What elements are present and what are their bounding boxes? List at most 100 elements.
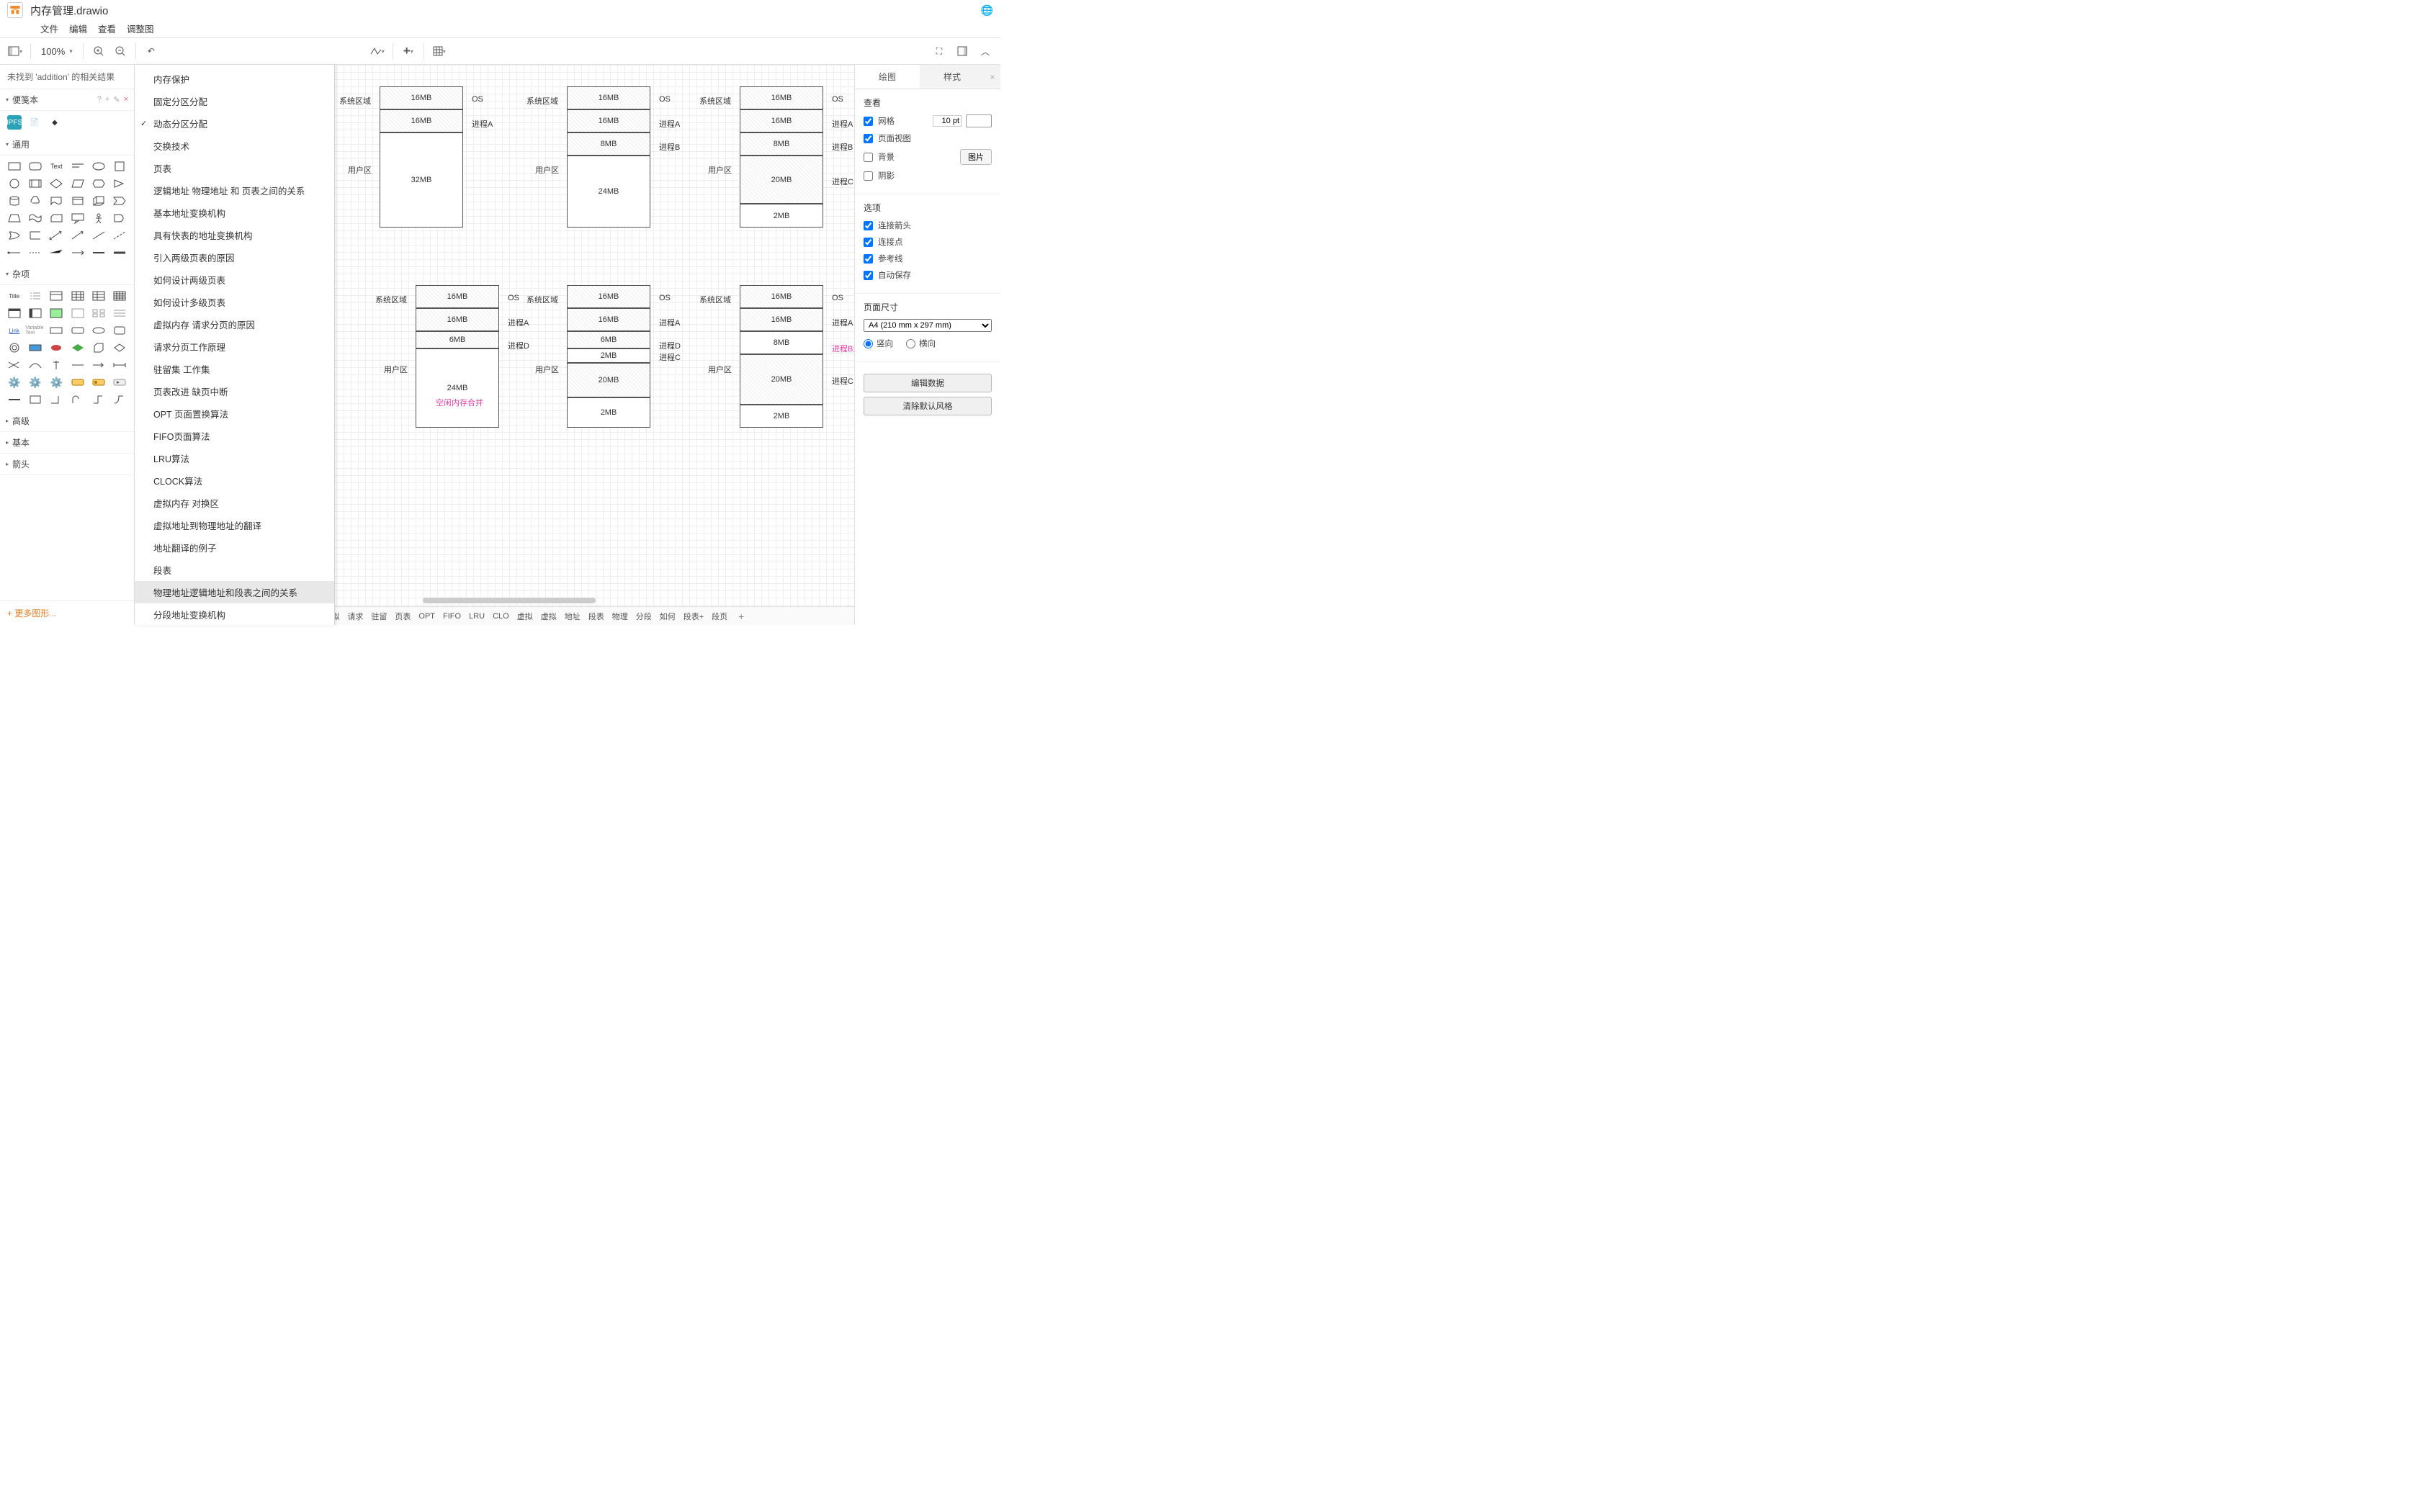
shape-line[interactable] (89, 228, 108, 243)
memory-block[interactable]: 24MB (416, 348, 499, 428)
page-tab[interactable]: 段表+ (681, 611, 707, 622)
memory-block[interactable]: 16MB (567, 86, 650, 109)
zoom-out-button[interactable] (111, 42, 130, 60)
shape-cube2[interactable] (89, 340, 108, 356)
shape-lb1[interactable] (25, 392, 45, 408)
menu-file[interactable]: 文件 (40, 22, 58, 35)
memory-block[interactable]: 16MB (416, 308, 499, 331)
page-tab[interactable]: 如何 (657, 611, 678, 622)
page-menu-item[interactable]: 页表改进 缺页中断 (135, 380, 334, 402)
shape-conn2[interactable] (25, 245, 45, 261)
page-menu-item[interactable]: 物理地址逻辑地址和段表之间的关系 (135, 581, 334, 603)
memory-block[interactable]: 16MB (416, 285, 499, 308)
page-menu-item[interactable]: CLOCK算法 (135, 469, 334, 492)
shape-square[interactable] (110, 158, 130, 174)
page-menu-item[interactable]: 如何设计多级页表 (135, 291, 334, 313)
shape-circle[interactable] (4, 176, 24, 192)
shape-lb2[interactable] (47, 392, 66, 408)
shape-donut[interactable] (4, 340, 24, 356)
shape-lb3[interactable] (68, 392, 87, 408)
h-scrollbar[interactable] (351, 598, 847, 605)
memory-block[interactable]: 2MB (567, 397, 650, 428)
shape-process[interactable] (25, 176, 45, 192)
shape-link[interactable]: Link (4, 323, 24, 338)
shape-callout[interactable] (68, 210, 87, 226)
shape-rect2[interactable] (47, 323, 66, 338)
shape-btn3[interactable] (110, 374, 130, 390)
memory-block[interactable]: 16MB (740, 109, 823, 132)
page-menu-item[interactable]: 内存保护 (135, 68, 334, 90)
edit-icon[interactable]: ✎ (113, 95, 120, 104)
shape-conn1[interactable] (4, 245, 24, 261)
arrows-header[interactable]: ▸箭头 (0, 454, 134, 475)
memory-block[interactable]: 16MB (567, 109, 650, 132)
portrait-radio[interactable] (864, 339, 873, 348)
shape-conn6[interactable] (110, 245, 130, 261)
page-tab[interactable]: 请求 (344, 611, 366, 622)
memory-block[interactable]: 2MB (567, 348, 650, 363)
shape-lb4[interactable] (89, 392, 108, 408)
shape-and[interactable] (110, 210, 130, 226)
memory-block[interactable]: 6MB (567, 331, 650, 348)
scratchpad-header[interactable]: ▾便笺本 ?+✎× (0, 89, 134, 111)
general-header[interactable]: ▾通用 (0, 134, 134, 156)
page-menu-item[interactable]: 请求分页工作原理 (135, 336, 334, 358)
shape-fill-blue[interactable] (25, 340, 45, 356)
conn-arrows-checkbox[interactable] (864, 221, 873, 230)
shape-step[interactable] (110, 193, 130, 209)
shape-cube[interactable] (89, 193, 108, 209)
insert-button[interactable]: +▾ (399, 42, 418, 60)
page-menu-item[interactable]: 具有快表的地址变换机构 (135, 224, 334, 246)
shape-rrect2[interactable] (68, 323, 87, 338)
page-tab[interactable]: 驻留 (368, 611, 390, 622)
page-menu-item[interactable]: 动态分区分配 (135, 112, 334, 135)
memory-block[interactable]: 16MB (740, 285, 823, 308)
shape-cylinder[interactable] (4, 193, 24, 209)
shape-table2[interactable] (89, 288, 108, 304)
page-menu-item[interactable]: 段表 (135, 559, 334, 581)
memory-block[interactable]: 8MB (567, 132, 650, 156)
page-menu-item[interactable]: 驻留集 工作集 (135, 358, 334, 380)
shape-btn2[interactable] (89, 374, 108, 390)
shape-conn-b[interactable] (25, 357, 45, 373)
memory-block[interactable]: 2MB (740, 405, 823, 428)
page-menu-item[interactable]: 虚拟内存 对换区 (135, 492, 334, 514)
shape-or[interactable] (4, 228, 24, 243)
pageview-checkbox[interactable] (864, 134, 873, 143)
shape-textlist[interactable] (25, 288, 45, 304)
grid-size-input[interactable] (933, 115, 962, 127)
page-menu-item[interactable]: 虚拟内存 请求分页的原因 (135, 313, 334, 336)
shape-triangle[interactable] (110, 176, 130, 192)
advanced-header[interactable]: ▸高级 (0, 410, 134, 432)
shadow-checkbox[interactable] (864, 171, 873, 181)
shape-ell2[interactable] (89, 323, 108, 338)
ipfs-icon[interactable]: IPFS (7, 115, 22, 130)
shape-table5[interactable] (25, 305, 45, 321)
basic-header[interactable]: ▸基本 (0, 432, 134, 454)
shape-datastore[interactable] (25, 228, 45, 243)
autosave-checkbox[interactable] (864, 271, 873, 280)
memory-block[interactable]: 16MB (567, 308, 650, 331)
shape-card[interactable] (47, 210, 66, 226)
shape-btn1[interactable] (68, 374, 87, 390)
page-tab[interactable]: 虚拟 (538, 611, 560, 622)
shape-ellipse[interactable] (89, 158, 108, 174)
shape-conn-e[interactable] (89, 357, 108, 373)
shape-conn-c[interactable] (47, 357, 66, 373)
page-tab[interactable]: 段表 (586, 611, 607, 622)
document-title[interactable]: 内存管理.drawio (30, 3, 108, 18)
shape-rrect[interactable] (25, 158, 45, 174)
memory-block[interactable]: 16MB (740, 86, 823, 109)
shape-grid1[interactable] (89, 305, 108, 321)
memory-block[interactable]: 24MB (567, 156, 650, 228)
page-menu-item[interactable]: OPT 页面置换算法 (135, 402, 334, 425)
page-tab[interactable]: CLO (490, 612, 512, 621)
shape-arrow-diag[interactable] (68, 228, 87, 243)
shape-fill-green[interactable] (68, 340, 87, 356)
add-icon[interactable]: + (105, 95, 109, 104)
memory-block[interactable]: 20MB (740, 156, 823, 204)
menu-arrange[interactable]: 调整图 (127, 22, 154, 35)
shape-gear2[interactable]: ⚙️ (25, 374, 45, 390)
shape-text[interactable]: Text (47, 158, 66, 174)
clear-style-button[interactable]: 清除默认风格 (864, 397, 992, 415)
